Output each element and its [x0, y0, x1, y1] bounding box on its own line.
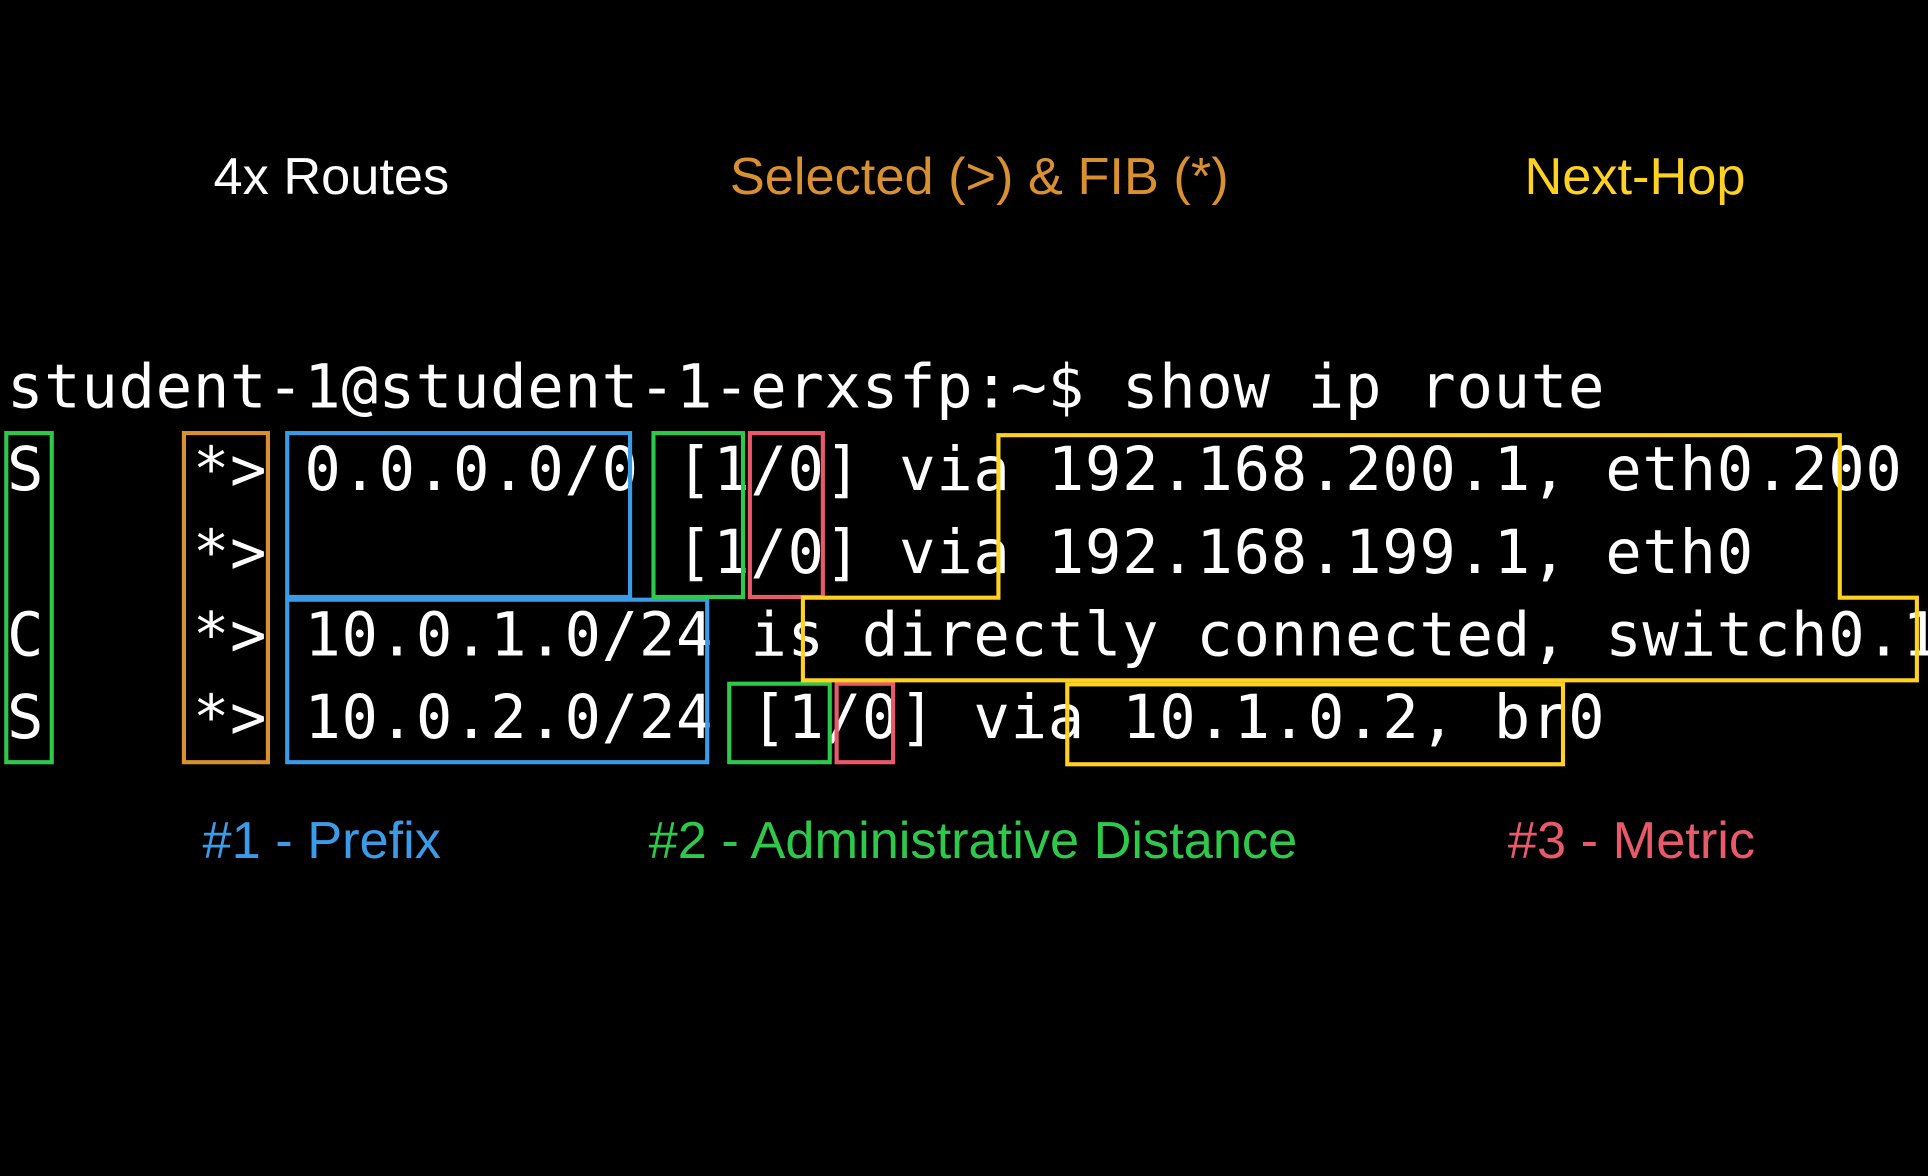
shell-command: show ip route [1122, 353, 1605, 423]
box-selected [182, 431, 270, 764]
route-via: via [973, 683, 1085, 753]
diagram-stage: 4x Routes Selected (>) & FIB (*) Next-Ho… [0, 0, 1928, 1176]
route-via: via [899, 435, 1011, 505]
label-nexthop: Next-Hop [1524, 149, 1745, 208]
route-nexthop: 192.168.200.1, eth0.200 [1048, 435, 1903, 505]
box-route-code [4, 431, 54, 764]
box-ad-1 [651, 431, 745, 599]
route-nexthop: directly connected, switch0.10 [862, 600, 1928, 670]
route-nexthop: 10.1.0.2, br0 [1122, 683, 1605, 753]
box-prefix-1 [285, 431, 632, 599]
box-metric-1 [748, 431, 825, 599]
route-via: is [750, 600, 824, 670]
label-ad: #2 - Administrative Distance [649, 812, 1298, 871]
route-nexthop: 192.168.199.1, eth0 [1048, 518, 1754, 588]
box-prefix-2 [285, 598, 709, 765]
label-routes: 4x Routes [214, 149, 450, 208]
shell-prompt: student-1@student-1-erxsfp:~$ [7, 353, 1122, 423]
label-prefix: #1 - Prefix [203, 812, 441, 871]
box-metric-3 [835, 682, 896, 765]
label-selected: Selected (>) & FIB (*) [730, 149, 1229, 208]
box-ad-3 [727, 682, 832, 765]
route-via: via [899, 518, 1011, 588]
label-metric: #3 - Metric [1508, 812, 1755, 871]
